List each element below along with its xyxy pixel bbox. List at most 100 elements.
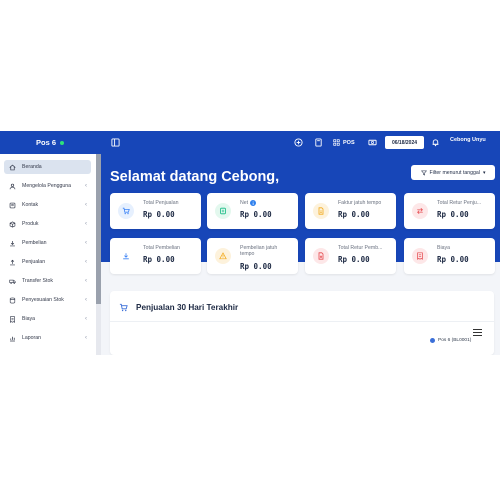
invoice-icon: [313, 203, 329, 219]
filter-icon: [420, 170, 427, 176]
cart-icon: [119, 303, 128, 312]
sidebar-item-label: Kontak: [22, 202, 39, 208]
legend-label: Pos 6 (BL0001): [438, 338, 472, 343]
sidebar-item-laporan[interactable]: Laporan ‹: [4, 331, 91, 345]
user-menu[interactable]: Cebong Unyu: [450, 137, 486, 143]
card-label-text: Net: [240, 200, 249, 206]
sidebar-item-label: Pembelian: [22, 240, 47, 246]
sidebar-item-beranda[interactable]: Beranda: [4, 160, 91, 174]
chevron-left-icon: ‹: [85, 240, 87, 246]
chart-icon: [7, 333, 17, 343]
stat-card-total-penjualan[interactable]: Total Penjualan Rp 0.00: [110, 193, 201, 229]
receipt-icon: [7, 314, 17, 324]
chevron-left-icon: ‹: [85, 316, 87, 322]
sidebar-toggle-icon[interactable]: [110, 137, 121, 148]
top-bar: Pos 6 POS 06/18/2024 Cebong Unyu: [0, 131, 500, 154]
chevron-left-icon: ‹: [85, 335, 87, 341]
calculator-icon[interactable]: [313, 137, 324, 148]
sidebar-item-label: Biaya: [22, 316, 35, 322]
card-value: Rp 0.00: [143, 210, 175, 219]
stat-card-faktur-jatuh-tempo[interactable]: Faktur jatuh tempo Rp 0.00: [305, 193, 396, 229]
card-value: Rp 0.00: [437, 210, 469, 219]
sidebar-item-mengelola-pengguna[interactable]: Mengelola Pengguna ‹: [4, 179, 91, 193]
card-value: Rp 0.00: [338, 210, 370, 219]
sales-30-days-panel: Penjualan 30 Hari Terakhir Pos 6 (BL0001…: [110, 291, 494, 355]
stat-card-total-pembelian[interactable]: Total Pembelian Rp 0.00: [110, 238, 201, 274]
chevron-down-icon: ▾: [482, 169, 486, 176]
card-value: Rp 0.00: [240, 210, 272, 219]
truck-icon: [7, 276, 17, 286]
card-label: Biaya: [437, 245, 450, 251]
chevron-left-icon: ‹: [85, 259, 87, 265]
sidebar-item-penjualan[interactable]: Penjualan ‹: [4, 255, 91, 269]
sidebar-item-label: Produk: [22, 221, 39, 227]
online-status-dot: [60, 140, 64, 145]
stat-card-total-retur-penjualan[interactable]: Total Retur Penju... Rp 0.00: [404, 193, 495, 229]
sidebar-item-label: Laporan: [22, 335, 42, 341]
bell-icon[interactable]: [430, 137, 441, 148]
page-title: Selamat datang Cebong,: [110, 169, 280, 185]
card-label: Total Penjualan: [143, 200, 179, 206]
chevron-left-icon: ‹: [85, 278, 87, 284]
chart-legend-item[interactable]: Pos 6 (BL0001): [430, 338, 471, 343]
home-icon: [7, 162, 17, 172]
stat-card-biaya[interactable]: Biaya Rp 0.00: [404, 238, 495, 274]
cart-icon: [118, 203, 134, 219]
sidebar-item-biaya[interactable]: Biaya ‹: [4, 312, 91, 326]
card-label: Total Retur Pemb...: [338, 245, 383, 251]
box-icon: [7, 219, 17, 229]
grid-icon: [333, 139, 340, 146]
card-label: Net i: [240, 200, 257, 206]
sidebar-item-pembelian[interactable]: Pembelian ‹: [4, 236, 91, 250]
card-label: Faktur jatuh tempo: [338, 200, 382, 206]
chevron-left-icon: ‹: [85, 202, 87, 208]
card-value: Rp 0.00: [437, 255, 469, 264]
stat-card-pembelian-jatuh-tempo[interactable]: Pembelian jatuh tempo Rp 0.00: [207, 238, 298, 274]
file-icon: [313, 248, 329, 264]
info-icon[interactable]: i: [250, 200, 257, 206]
card-label: Total Pembelian: [143, 245, 180, 251]
card-value: Rp 0.00: [338, 255, 370, 264]
swap-icon: [412, 203, 428, 219]
brand[interactable]: Pos 6: [0, 131, 100, 154]
chevron-left-icon: ‹: [85, 183, 87, 189]
database-icon: [7, 295, 17, 305]
panel-title: Penjualan 30 Hari Terakhir: [136, 303, 239, 312]
users-icon: [7, 181, 17, 191]
filter-by-date-button[interactable]: Filter menurut tanggal ▾: [411, 165, 495, 180]
add-circle-icon[interactable]: [293, 137, 304, 148]
filter-label: Filter menurut tanggal: [429, 169, 480, 176]
pos-label: POS: [343, 139, 355, 146]
stat-card-total-retur-pembelian[interactable]: Total Retur Pemb... Rp 0.00: [305, 238, 396, 274]
receipt-icon: [412, 248, 428, 264]
app-window: Pos 6 POS 06/18/2024 Cebong Unyu Beranda: [0, 131, 500, 355]
card-value: Rp 0.00: [143, 255, 175, 264]
hamburger-menu-icon[interactable]: [473, 329, 482, 336]
sidebar-item-label: Penyesuaian Stok: [22, 297, 64, 303]
wallet-icon: [215, 203, 231, 219]
card-label: Pembelian jatuh tempo: [240, 245, 278, 257]
sidebar-item-label: Mengelola Pengguna: [22, 183, 72, 189]
brand-name: Pos 6: [35, 138, 56, 147]
sidebar-item-label: Transfer Stok: [22, 278, 53, 284]
contact-icon: [7, 200, 17, 210]
date-display[interactable]: 06/18/2024: [385, 136, 424, 149]
warning-icon: [215, 248, 231, 264]
sidebar-item-kontak[interactable]: Kontak ‹: [4, 198, 91, 212]
stat-card-net[interactable]: Net i Rp 0.00: [207, 193, 298, 229]
chevron-left-icon: ‹: [85, 297, 87, 303]
legend-swatch: [430, 338, 435, 343]
card-label: Total Retur Penju...: [437, 200, 482, 206]
sidebar: Beranda Mengelola Pengguna ‹ Kontak ‹ Pr…: [0, 154, 97, 355]
upload-icon: [7, 257, 17, 267]
sidebar-item-label: Penjualan: [22, 259, 46, 265]
pos-button[interactable]: POS: [333, 137, 355, 148]
sidebar-item-produk[interactable]: Produk ‹: [4, 217, 91, 231]
sidebar-item-label: Beranda: [22, 164, 42, 170]
cash-icon[interactable]: [367, 137, 378, 148]
sidebar-item-transfer-stok[interactable]: Transfer Stok ‹: [4, 274, 91, 288]
sidebar-item-penyesuaian-stok[interactable]: Penyesuaian Stok ‹: [4, 293, 91, 307]
divider: [110, 321, 494, 322]
download-icon: [118, 248, 134, 264]
card-value: Rp 0.00: [240, 262, 272, 271]
